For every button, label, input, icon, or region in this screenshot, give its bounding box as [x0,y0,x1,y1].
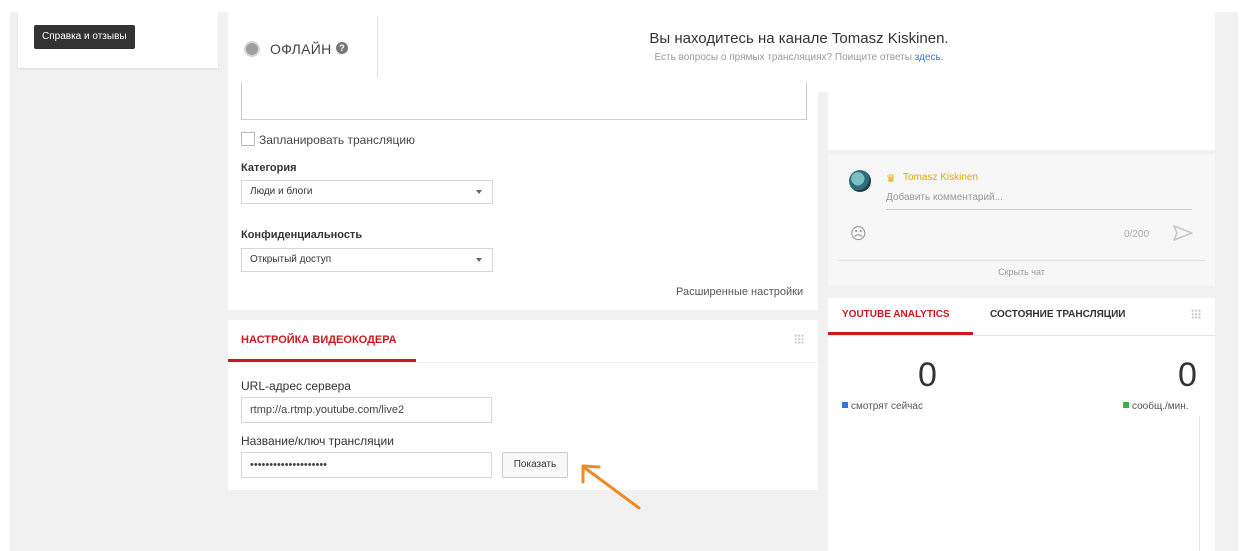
avatar [849,170,871,192]
tab-divider [228,362,818,363]
emoji-icon[interactable]: ☹ [850,224,867,244]
privacy-select-value: Открытый доступ [250,254,332,265]
drag-handle-icon[interactable] [794,334,804,344]
privacy-select[interactable]: Открытый доступ [241,248,493,272]
stream-key-input[interactable]: •••••••••••••••••••• [241,452,492,478]
channel-subtitle: Есть вопросы о прямых трансляциях? Поищи… [560,52,1038,63]
chat-author-name: Tomasz Kiskinen [903,172,979,183]
tab-youtube-analytics[interactable]: YOUTUBE ANALYTICS [842,309,950,320]
chevron-down-icon [476,190,482,194]
help-feedback-button[interactable]: Справка и отзывы [34,25,135,49]
stream-key-label: Название/ключ трансляции [241,434,394,448]
messages-color-swatch [1123,402,1129,408]
channel-title: Вы находитесь на канале Tomasz Kiskinen. [649,30,949,47]
stream-status-label: ОФЛАЙН [270,41,332,57]
channel-subtitle-text: Есть вопросы о прямых трансляциях? Поищи… [654,52,912,63]
viewers-count: 0 [918,356,937,394]
viewers-label: смотрят сейчас [851,401,923,412]
server-url-input[interactable]: rtmp://a.rtmp.youtube.com/live2 [241,397,492,423]
advanced-settings-link[interactable]: Расширенные настройки [676,286,803,298]
comment-input[interactable]: Добавить комментарий... [886,192,1192,210]
category-select-value: Люди и блоги [250,186,313,197]
pointer-arrow-icon [581,464,641,510]
send-icon[interactable] [1172,224,1194,242]
help-link[interactable]: здесь. [915,52,944,63]
video-preview-card [828,78,1215,150]
privacy-label: Конфиденциальность [241,229,363,241]
help-icon[interactable]: ? [336,42,348,54]
offline-status-icon [244,41,260,57]
show-key-button[interactable]: Показать [502,452,568,478]
header-divider [377,16,378,78]
tab-encoder-settings[interactable]: НАСТРОЙКА ВИДЕОКОДЕРА [241,334,397,346]
chat-divider [838,260,1205,261]
viewers-legend: смотрят сейчас [842,401,923,412]
server-url-label: URL-адрес сервера [241,379,351,393]
analytics-chart-area [842,416,1200,551]
hide-chat-button[interactable]: Скрыть чат [828,267,1215,277]
description-textarea[interactable] [241,82,807,120]
category-select[interactable]: Люди и блоги [241,180,493,204]
chevron-down-icon [476,258,482,262]
tab-stream-health[interactable]: СОСТОЯНИЕ ТРАНСЛЯЦИИ [990,309,1125,320]
crown-icon: ♛ [886,173,896,185]
schedule-checkbox-label: Запланировать трансляцию [259,133,416,147]
messages-count: 0 [1178,356,1197,394]
drag-handle-icon[interactable] [1191,309,1201,319]
tab-divider [828,335,1215,336]
messages-legend: сообщ./мин. [1123,401,1189,412]
messages-label: сообщ./мин. [1132,401,1189,412]
char-counter: 0/200 [1124,229,1150,240]
category-label: Категория [241,162,297,174]
schedule-checkbox[interactable] [241,132,255,146]
viewers-color-swatch [842,402,848,408]
